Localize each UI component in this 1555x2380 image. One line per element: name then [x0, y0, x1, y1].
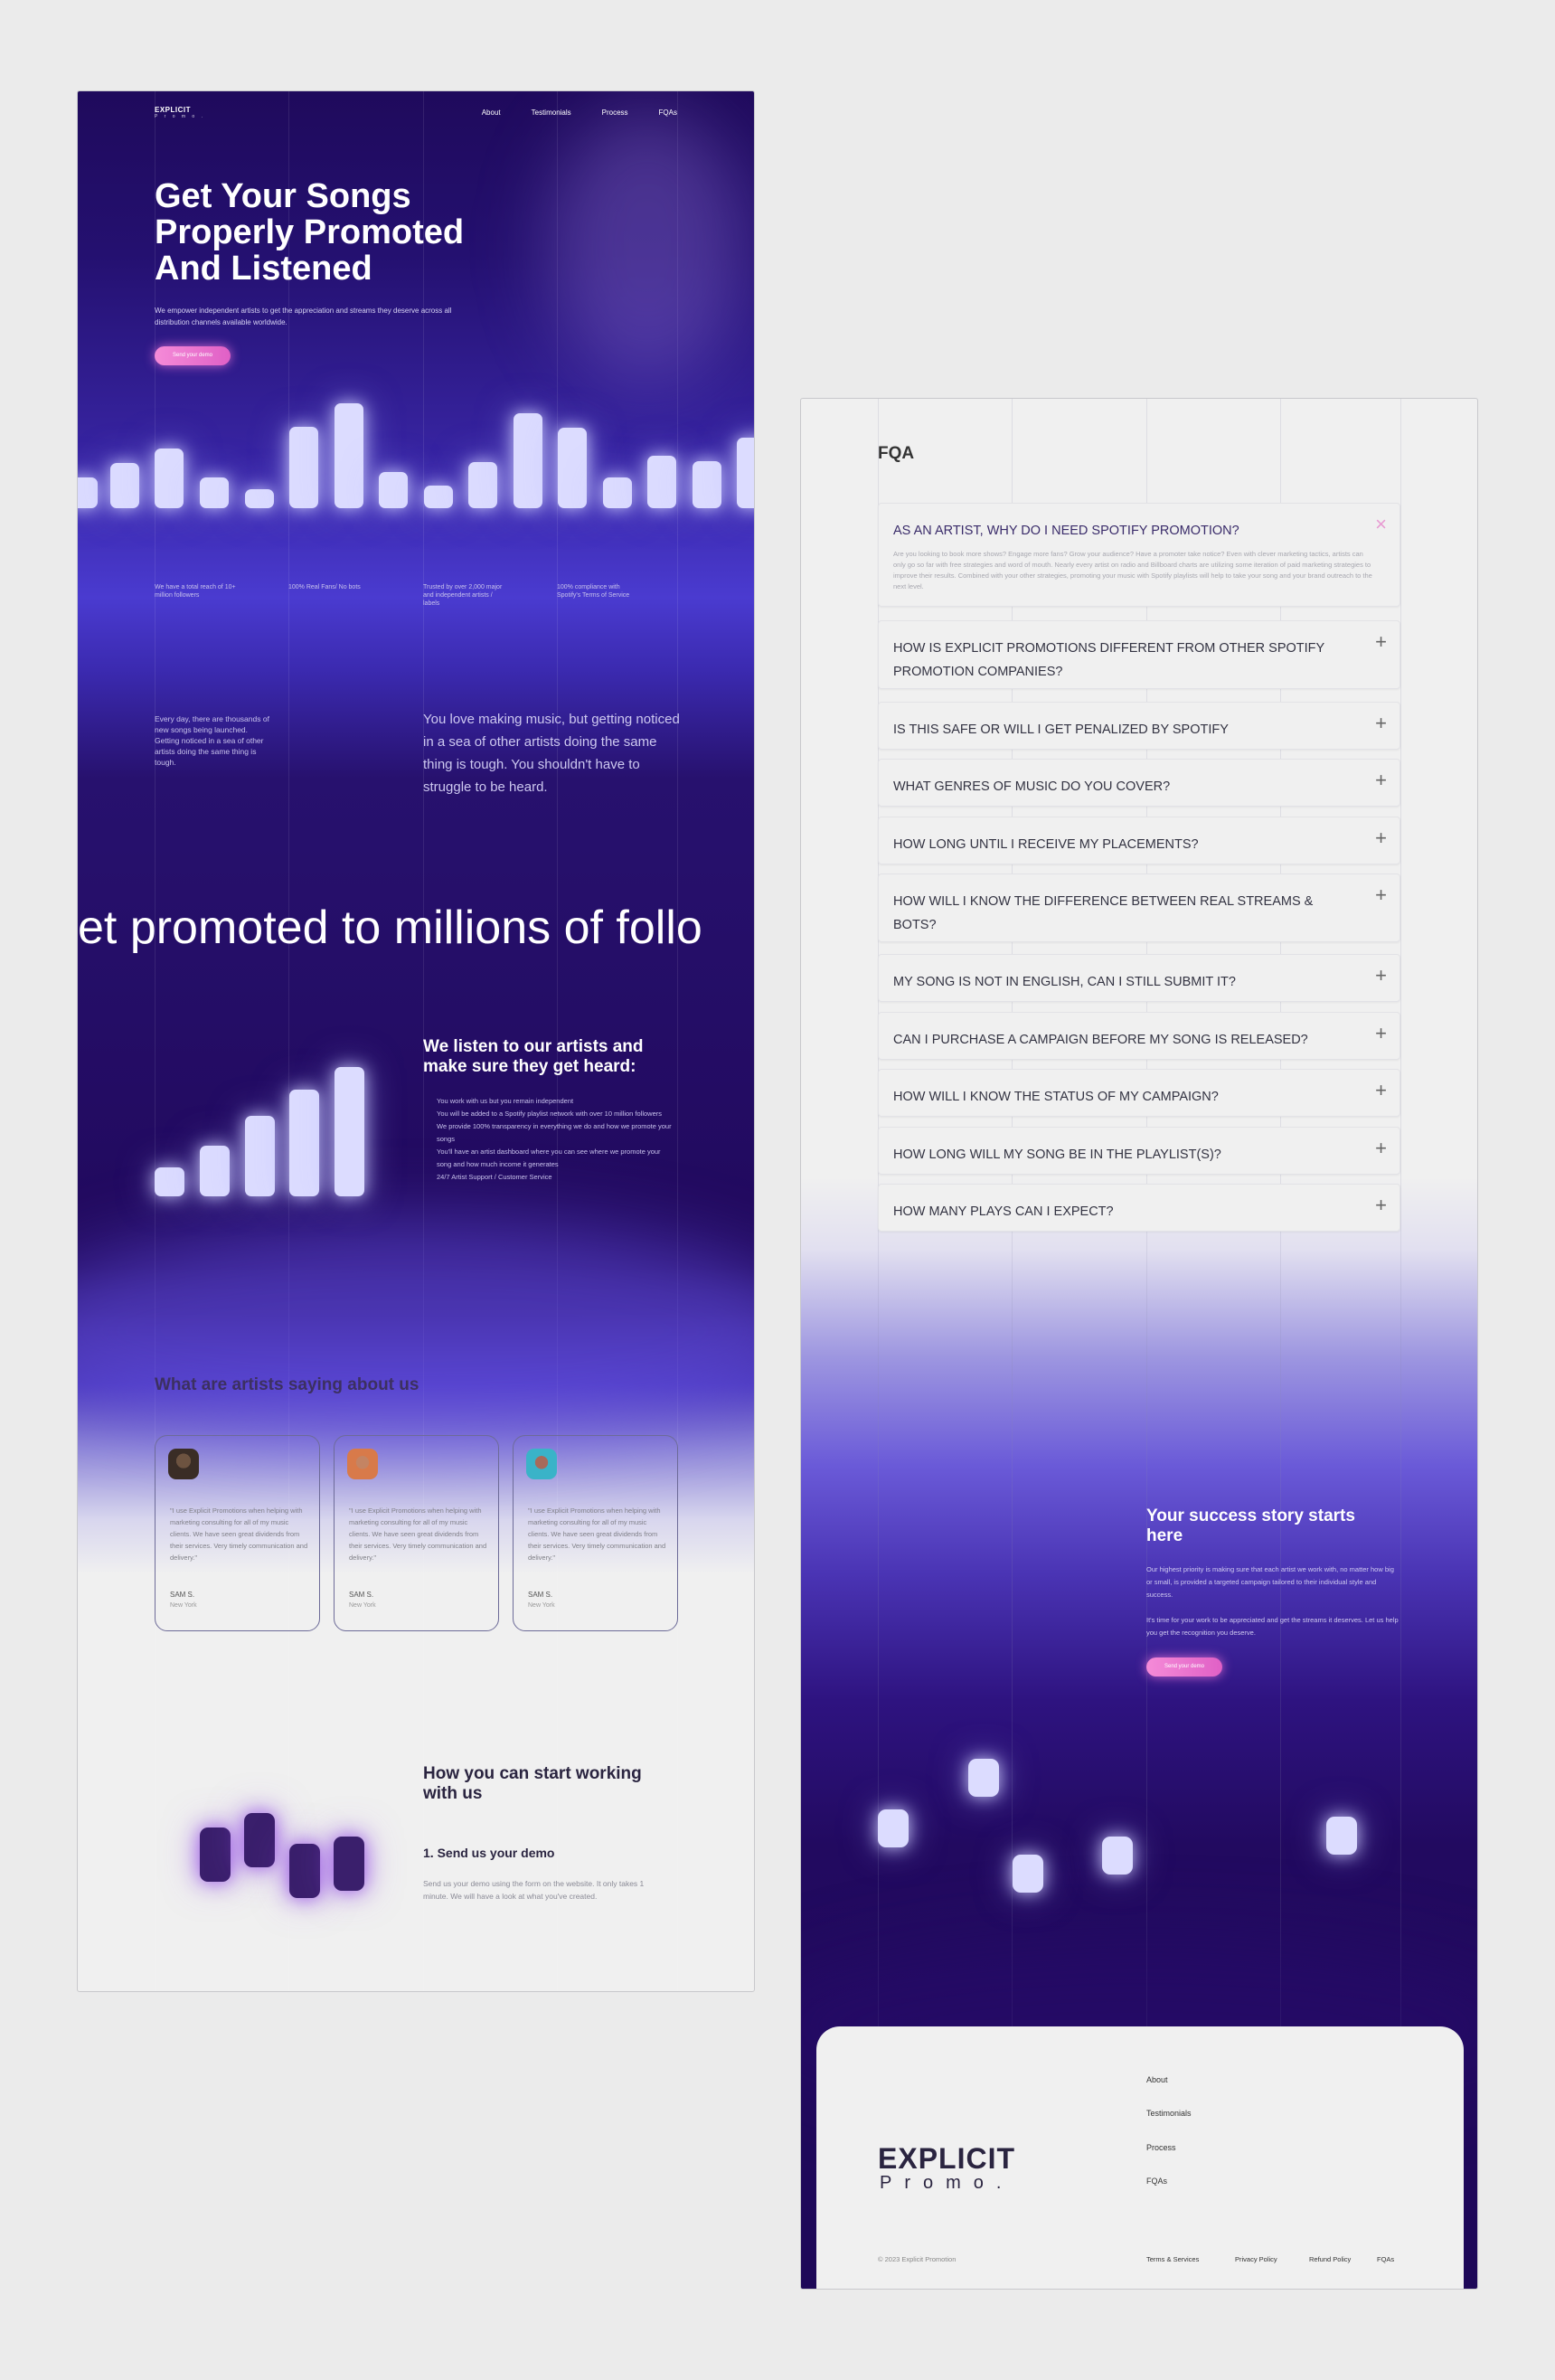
avatar [168, 1449, 199, 1479]
top-nav: About Testimonials Process FQAs [482, 109, 677, 117]
footer-fqas-link[interactable]: FQAs [1377, 2255, 1394, 2263]
hero-subtitle: We empower independent artists to get th… [155, 307, 452, 326]
faq-question: HOW MANY PLAYS CAN I EXPECT? [893, 1204, 1114, 1219]
footer-logo-sub: Promo. [880, 2173, 1014, 2193]
faq-item[interactable]: HOW LONG UNTIL I RECEIVE MY PLACEMENTS? … [878, 817, 1400, 864]
listen-list: You work with us but you remain independ… [437, 1095, 672, 1184]
faq-question: CAN I PURCHASE A CAMPAIGN BEFORE MY SONG… [893, 1033, 1308, 1047]
nav-process[interactable]: Process [602, 109, 628, 117]
footer-nav-testimonials[interactable]: Testimonials [1146, 2109, 1192, 2118]
faq-item-open[interactable]: AS AN ARTIST, WHY DO I NEED SPOTIFY PROM… [878, 503, 1400, 607]
refund-link[interactable]: Refund Policy [1309, 2255, 1351, 2263]
faq-item[interactable]: HOW LONG WILL MY SONG BE IN THE PLAYLIST… [878, 1127, 1400, 1175]
plus-icon[interactable]: + [1375, 770, 1387, 790]
plus-icon[interactable]: + [1375, 713, 1387, 733]
landing-page-bottom: FQA AS AN ARTIST, WHY DO I NEED SPOTIFY … [800, 398, 1478, 2290]
success-paragraph: Our highest priority is making sure that… [1146, 1565, 1394, 1599]
faq-item[interactable]: HOW MANY PLAYS CAN I EXPECT? + [878, 1184, 1400, 1232]
send-demo-button[interactable]: Send your demo [1146, 1658, 1222, 1676]
intro-small-text: Every day, there are thousands of new so… [155, 714, 269, 767]
terms-link[interactable]: Terms & Services [1146, 2255, 1199, 2263]
testimonial-name: SAM S. [170, 1591, 195, 1599]
faq-question: HOW WILL I KNOW THE DIFFERENCE BETWEEN R… [893, 894, 1314, 932]
plus-icon[interactable]: + [1375, 1081, 1387, 1100]
send-demo-button[interactable]: Send your demo [155, 346, 231, 365]
testimonial-quote: "I use Explicit Promotions when helping … [349, 1506, 487, 1562]
stat-compliance: 100% compliance with Spotify's Terms of … [557, 584, 630, 599]
avatar [347, 1449, 378, 1479]
footer: EXPLICIT Promo. About Testimonials Proce… [816, 2026, 1464, 2289]
plus-icon[interactable]: + [1375, 1024, 1387, 1044]
testimonial-city: New York [528, 1602, 555, 1609]
testimonial-card: "I use Explicit Promotions when helping … [513, 1435, 678, 1631]
plus-icon[interactable]: + [1375, 828, 1387, 848]
plus-icon[interactable]: + [1375, 632, 1387, 652]
footer-logo[interactable]: EXPLICIT [878, 2142, 1015, 2176]
logo-sub: P r o m o . [155, 114, 205, 119]
faq-item[interactable]: MY SONG IS NOT IN ENGLISH, CAN I STILL S… [878, 954, 1400, 1002]
footer-nav-process[interactable]: Process [1146, 2143, 1176, 2152]
testimonial-city: New York [349, 1602, 376, 1609]
testimonial-name: SAM S. [349, 1591, 374, 1599]
plus-icon[interactable]: + [1375, 1195, 1387, 1215]
hero-title: Get Your Songs Properly Promoted And Lis… [155, 177, 465, 288]
footer-nav-about[interactable]: About [1146, 2075, 1168, 2084]
testimonial-name: SAM S. [528, 1591, 553, 1599]
faq-question: HOW WILL I KNOW THE STATUS OF MY CAMPAIG… [893, 1090, 1219, 1104]
testimonial-card: "I use Explicit Promotions when helping … [155, 1435, 320, 1631]
faq-item[interactable]: IS THIS SAFE OR WILL I GET PENALIZED BY … [878, 702, 1400, 750]
list-item: 24/7 Artist Support / Customer Service [437, 1173, 552, 1181]
stat-real-fans: 100% Real Fans/ No bots [288, 584, 361, 590]
faq-answer: Are you looking to book more shows? Enga… [893, 550, 1372, 590]
list-item: You'll have an artist dashboard where yo… [437, 1148, 661, 1168]
testimonial-quote: "I use Explicit Promotions when helping … [528, 1506, 666, 1562]
copyright: © 2023 Explicit Promotion [878, 2255, 957, 2263]
faq-question: HOW LONG WILL MY SONG BE IN THE PLAYLIST… [893, 1148, 1221, 1162]
close-icon[interactable]: × [1375, 515, 1387, 534]
faq-item[interactable]: CAN I PURCHASE A CAMPAIGN BEFORE MY SONG… [878, 1012, 1400, 1060]
success-title: Your success story starts here [1146, 1506, 1355, 1545]
list-item: We provide 100% transparency in everythi… [437, 1122, 672, 1143]
list-item: You work with us but you remain independ… [437, 1097, 574, 1105]
avatar [526, 1449, 557, 1479]
nav-fqas[interactable]: FQAs [659, 109, 677, 117]
intro-big-text: You love making music, but getting notic… [423, 712, 680, 795]
faq-item[interactable]: HOW WILL I KNOW THE DIFFERENCE BETWEEN R… [878, 874, 1400, 942]
faq-title: FQA [878, 444, 915, 463]
success-paragraph: It's time for your work to be appreciate… [1146, 1616, 1399, 1637]
landing-page-top: EXPLICIT P r o m o . About Testimonials … [77, 90, 755, 1992]
faq-item[interactable]: HOW WILL I KNOW THE STATUS OF MY CAMPAIG… [878, 1069, 1400, 1117]
listen-title: We listen to our artists and make sure t… [423, 1037, 644, 1076]
plus-icon[interactable]: + [1375, 885, 1387, 905]
logo[interactable]: EXPLICIT P r o m o . [155, 106, 205, 119]
faq-question: HOW IS EXPLICIT PROMOTIONS DIFFERENT FRO… [893, 641, 1324, 679]
testimonial-card: "I use Explicit Promotions when helping … [334, 1435, 499, 1631]
success-text: Our highest priority is making sure that… [1146, 1563, 1401, 1639]
faq-question: HOW LONG UNTIL I RECEIVE MY PLACEMENTS? [893, 837, 1199, 852]
faq-question: AS AN ARTIST, WHY DO I NEED SPOTIFY PROM… [893, 524, 1239, 538]
testimonial-city: New York [170, 1602, 197, 1609]
process-title: How you can start working with us [423, 1764, 642, 1803]
stat-trusted: Trusted by over 2,000 major and independ… [423, 584, 503, 607]
plus-icon[interactable]: + [1375, 966, 1387, 986]
testimonials-title: What are artists saying about us [155, 1375, 419, 1394]
performer-photo [548, 109, 747, 381]
nav-testimonials[interactable]: Testimonials [532, 109, 571, 117]
testimonial-quote: "I use Explicit Promotions when helping … [170, 1506, 308, 1562]
marquee-text: et promoted to millions of follo [78, 902, 702, 954]
plus-icon[interactable]: + [1375, 1138, 1387, 1158]
step-text: Send us your demo using the form on the … [423, 1879, 645, 1901]
faq-item[interactable]: WHAT GENRES OF MUSIC DO YOU COVER? + [878, 759, 1400, 807]
faq-item[interactable]: HOW IS EXPLICIT PROMOTIONS DIFFERENT FRO… [878, 620, 1400, 689]
faq-question: IS THIS SAFE OR WILL I GET PENALIZED BY … [893, 722, 1229, 737]
faq-question: WHAT GENRES OF MUSIC DO YOU COVER? [893, 779, 1171, 794]
faq-question: MY SONG IS NOT IN ENGLISH, CAN I STILL S… [893, 975, 1236, 989]
list-item: You will be added to a Spotify playlist … [437, 1110, 663, 1118]
stat-reach: We have a total reach of 10+ million fol… [155, 584, 236, 599]
privacy-link[interactable]: Privacy Policy [1235, 2255, 1277, 2263]
nav-about[interactable]: About [482, 109, 501, 117]
footer-nav-fqas[interactable]: FQAs [1146, 2177, 1167, 2186]
logo-name: EXPLICIT [155, 106, 192, 114]
step-title: 1. Send us your demo [423, 1846, 555, 1860]
